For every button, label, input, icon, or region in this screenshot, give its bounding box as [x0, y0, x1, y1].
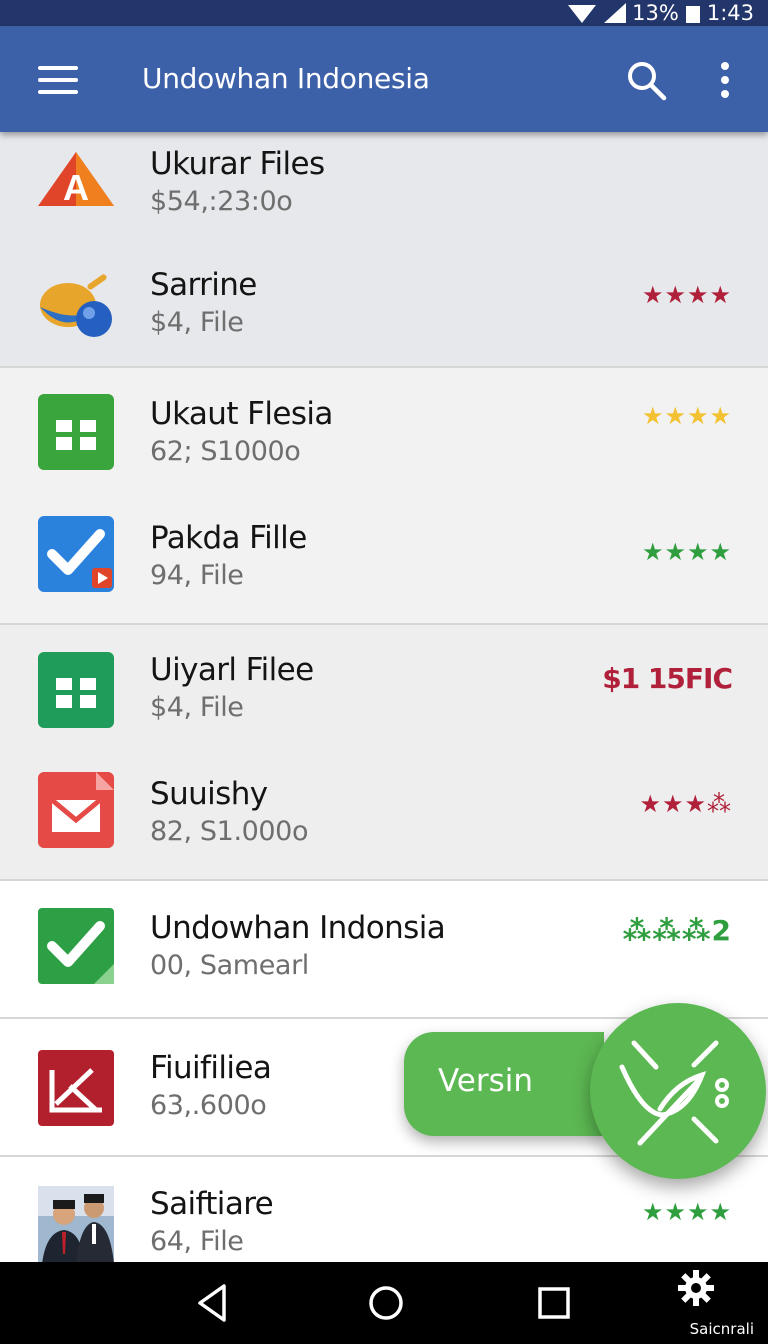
- row-title: Suuishy: [150, 776, 268, 812]
- row-title: Undowhan Indonsia: [150, 910, 446, 946]
- menu-icon[interactable]: [38, 66, 78, 94]
- chart-icon: [38, 1050, 114, 1126]
- settings-label: Saicnrali: [689, 1320, 754, 1338]
- row-subtitle: 00, Samearl: [150, 950, 309, 981]
- row-title: Sarrine: [150, 267, 257, 303]
- price-label: $1 15FIC: [602, 662, 733, 695]
- status-icons: 13% 1:43: [568, 0, 754, 26]
- row-subtitle: 94, File: [150, 560, 244, 591]
- search-icon[interactable]: [624, 58, 668, 102]
- checkbox-icon: [38, 516, 114, 592]
- battery-icon: [685, 6, 700, 23]
- rating-stars: ★★★★: [641, 402, 732, 430]
- list-item[interactable]: Pakda Fille 94, File ★★★★: [0, 502, 768, 622]
- rating-stars: ★★★★: [641, 281, 732, 309]
- row-subtitle: 82, S1.000o: [150, 816, 309, 847]
- list-item[interactable]: Undowhan Indonsia 00, Samearl ⁂⁂⁂2: [0, 892, 768, 1012]
- blue-orb-icon: [40, 274, 112, 337]
- row-subtitle: $4, File: [150, 307, 244, 338]
- list-item[interactable]: Saiftiare 64, File ★★★★: [0, 1168, 768, 1262]
- more-options-icon[interactable]: [714, 60, 736, 100]
- leaf-icon: [619, 1040, 729, 1146]
- list-item[interactable]: Ukaut Flesia 62; S1000o ★★★★: [0, 378, 768, 498]
- rating-stars: ★★★★: [641, 538, 732, 566]
- row-title: Uiyarl Filee: [150, 652, 314, 688]
- svg-text:A: A: [63, 167, 89, 208]
- row-subtitle: $54,:23:0o: [150, 186, 293, 217]
- people-photo-icon: [38, 1186, 114, 1262]
- list-item[interactable]: Uiyarl Filee $4, File $1 15FIC: [0, 634, 768, 754]
- signal-icon: [604, 3, 627, 23]
- row-subtitle: $4, File: [150, 692, 244, 723]
- home-icon[interactable]: [363, 1280, 409, 1326]
- app-bar: Undowhan Indonesia: [0, 26, 768, 132]
- row-subtitle: 63,.600o: [150, 1090, 267, 1121]
- fab-label-button[interactable]: Versin: [404, 1032, 604, 1136]
- fab-label-text: Versin: [438, 1063, 534, 1099]
- row-title: Ukurar Files: [150, 146, 325, 182]
- row-title: Saiftiare: [150, 1186, 274, 1222]
- clock: 1:43: [706, 1, 754, 25]
- back-icon[interactable]: [190, 1280, 236, 1326]
- floating-action-button[interactable]: [590, 1003, 766, 1179]
- list-item[interactable]: A Ukurar Files $54,:23:0o: [0, 132, 768, 252]
- recents-icon[interactable]: [531, 1280, 577, 1326]
- row-title: Ukaut Flesia: [150, 396, 333, 432]
- row-title: Pakda Fille: [150, 520, 307, 556]
- list-item[interactable]: Suuishy 82, S1.000o ★★★⁂: [0, 758, 768, 878]
- rating-stars: ★★★⁂: [639, 790, 732, 818]
- sheet-icon: [38, 652, 114, 728]
- gear-icon[interactable]: [676, 1268, 716, 1308]
- status-bar: 13% 1:43: [0, 0, 768, 26]
- row-subtitle: 62; S1000o: [150, 436, 301, 467]
- rating-stars: ⁂⁂⁂2: [622, 914, 732, 947]
- mail-icon: [38, 772, 114, 848]
- page-title: Undowhan Indonesia: [142, 62, 430, 95]
- list-item[interactable]: Sarrine $4, File ★★★★: [0, 253, 768, 373]
- check-icon: [38, 908, 114, 984]
- wifi-icon: [568, 5, 597, 23]
- navigation-bar: Saicnrali: [0, 1262, 768, 1344]
- battery-percent: 13%: [632, 1, 679, 25]
- row-title: Fiuifiliea: [150, 1050, 272, 1086]
- sheet-icon: [38, 394, 114, 470]
- app-a-icon: A: [38, 152, 114, 208]
- row-subtitle: 64, File: [150, 1226, 244, 1257]
- rating-stars: ★★★★: [641, 1198, 732, 1226]
